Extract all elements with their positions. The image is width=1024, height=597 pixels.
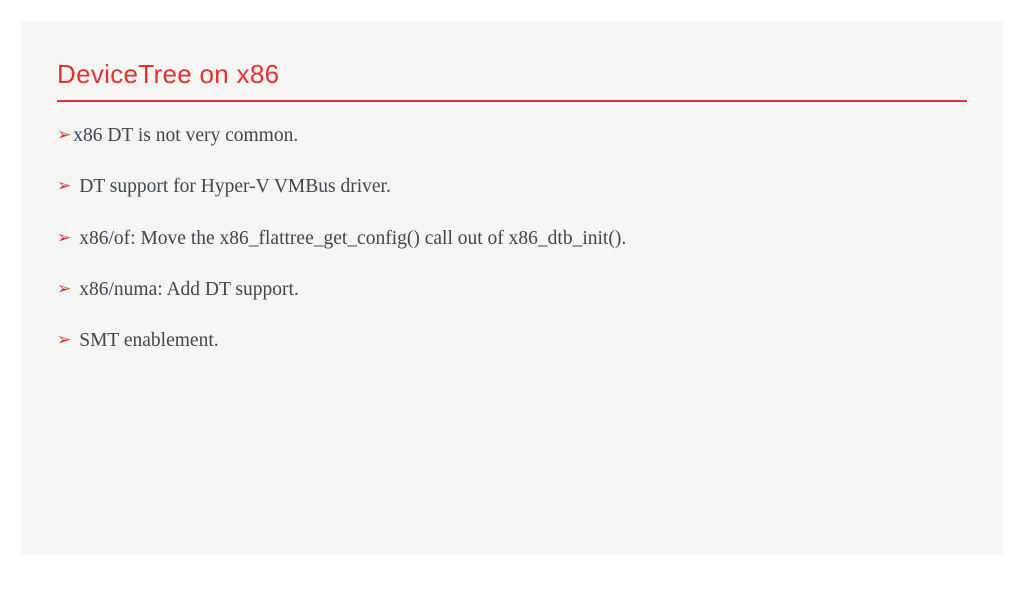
bullet-text: x86/of: Move the x86_flattree_get_config… [79, 225, 626, 252]
chevron-icon: ➢ [57, 122, 71, 148]
chevron-icon: ➢ [57, 276, 71, 302]
slide-container: DeviceTree on x86 ➢ x86 DT is not very c… [21, 21, 1003, 555]
list-item: ➢ x86/of: Move the x86_flattree_get_conf… [57, 225, 967, 252]
bullet-text: SMT enablement. [79, 327, 218, 354]
bullet-text: x86 DT is not very common. [73, 122, 298, 149]
slide-title: DeviceTree on x86 [57, 59, 967, 90]
list-item: ➢ x86/numa: Add DT support. [57, 276, 967, 303]
list-item: ➢ x86 DT is not very common. [57, 122, 967, 149]
chevron-icon: ➢ [57, 225, 71, 251]
bullet-text: DT support for Hyper-V VMBus driver. [79, 173, 391, 200]
chevron-icon: ➢ [57, 173, 71, 199]
chevron-icon: ➢ [57, 327, 71, 353]
list-item: ➢ SMT enablement. [57, 327, 967, 354]
bullet-list: ➢ x86 DT is not very common. ➢ DT suppor… [57, 122, 967, 354]
list-item: ➢ DT support for Hyper-V VMBus driver. [57, 173, 967, 200]
bullet-text: x86/numa: Add DT support. [79, 276, 299, 303]
title-underline [57, 100, 967, 102]
